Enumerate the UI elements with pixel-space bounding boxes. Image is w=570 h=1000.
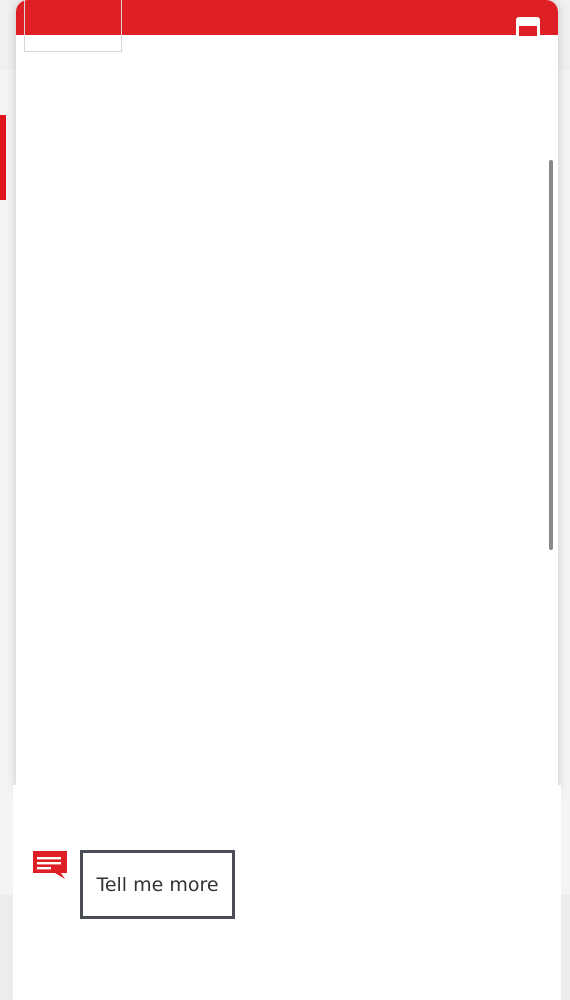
brand-logo <box>24 0 122 52</box>
scrollbar-thumb[interactable] <box>549 160 553 550</box>
minimize-button[interactable] <box>516 17 540 39</box>
tell-me-more-button[interactable]: Tell me more <box>80 850 235 919</box>
modal-scrollbar[interactable] <box>548 150 554 550</box>
chat-prompt-bar: Tell me more <box>13 785 561 1000</box>
chat-modal <box>16 0 558 790</box>
minimize-icon <box>519 26 537 36</box>
side-red-tab[interactable] <box>0 115 6 200</box>
chat-bubble-icon <box>33 851 67 879</box>
